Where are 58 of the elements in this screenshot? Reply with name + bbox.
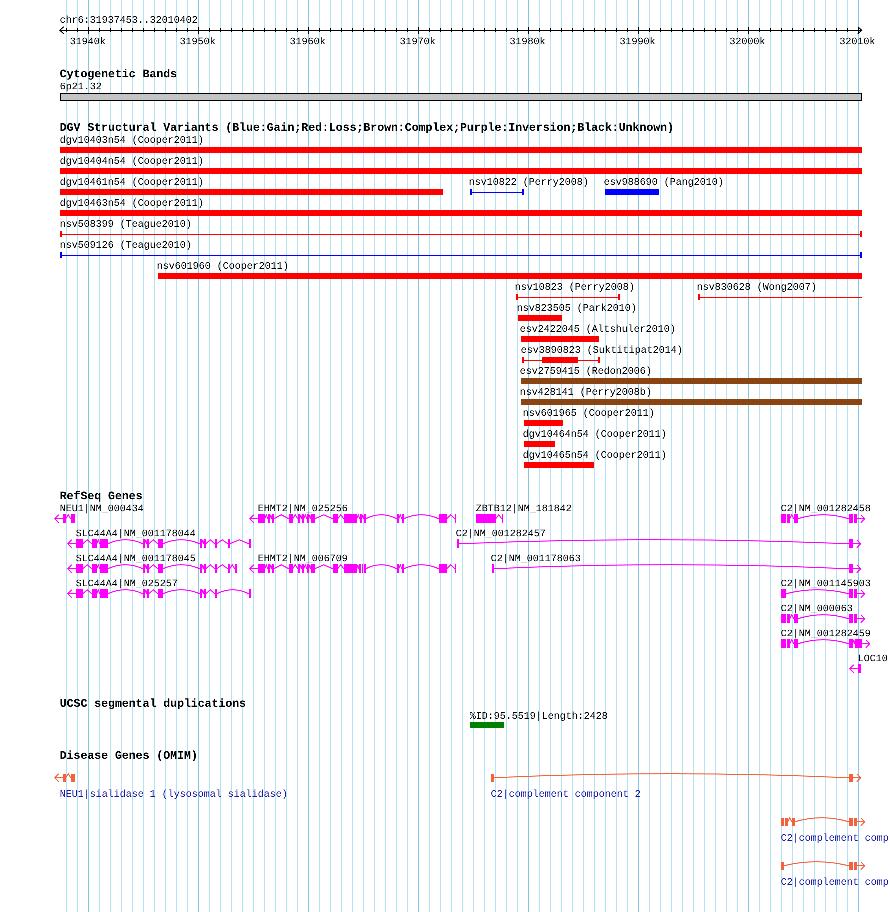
tick-label: 31980k <box>510 38 546 48</box>
disease-gene-label: NEU1|sialidase 1 (lysosomal sialidase) <box>60 790 288 801</box>
variant-label: dgv10464n54 (Cooper2011) <box>523 430 668 441</box>
band-label: 6p21.32 <box>60 82 102 94</box>
transcript-model <box>54 514 75 524</box>
tick-label: 31960k <box>290 38 326 48</box>
disease-gene-model <box>54 773 75 782</box>
transcript-label: SLC44A4|NM_001178044 <box>76 530 196 540</box>
variant-label: nsv10823 (Perry2008) <box>515 283 636 294</box>
track-title: UCSC segmental duplications <box>60 698 246 711</box>
tick-label: 31950k <box>180 38 216 48</box>
tick-label: 32010k <box>840 38 876 48</box>
duplication-bar <box>470 722 504 728</box>
tick-label: 32000k <box>730 38 766 48</box>
variant-label: esv3890823 (Suktitipat2014) <box>521 346 684 357</box>
position-label: chr6:31937453..32010402 <box>60 16 198 27</box>
variant-label: nsv601960 (Cooper2011) <box>157 262 290 273</box>
track-title: RefSeq Genes <box>60 490 143 504</box>
variant-label: dgv10404n54 (Cooper2011) <box>60 157 204 168</box>
transcript-label: NEU1|NM_000434 <box>60 504 144 516</box>
variant-label: dgv10461n54 (Cooper2011) <box>60 178 204 189</box>
track-title: DGV Structural Variants (Blue:Gain;Red:Loss;Brown:Complex;Purple:Inversion;Black:Unknown) <box>60 122 674 135</box>
variant-label: nsv428141 (Perry2008b) <box>520 388 652 399</box>
duplication-label: %ID:95.5519|Length:2428 <box>470 712 608 723</box>
variant-label: dgv10403n54 (Cooper2011) <box>60 136 204 147</box>
transcript-label: C2|NM_001178063 <box>491 554 582 566</box>
transcript-label: LOC10 <box>858 654 888 666</box>
transcript-label: C2|NM_001282457 <box>456 530 546 540</box>
variant-label: esv2759415 (Redon2006) <box>520 367 652 378</box>
transcript-label: C2|NM_001145903 <box>781 580 872 590</box>
tick-label: 31940k <box>70 38 106 48</box>
variant-label: nsv830628 (Wong2007) <box>697 283 818 294</box>
transcript-model <box>849 664 861 674</box>
transcript-label: EHMT2|NM_025256 <box>258 504 348 516</box>
variant-label: esv2422045 (Altshuler2010) <box>520 325 676 336</box>
transcript-label: SLC44A4|NM_025257 <box>76 580 178 590</box>
variant-label: nsv823505 (Park2010) <box>517 304 638 315</box>
track-title: Cytogenetic Bands <box>60 68 178 82</box>
variant-label: nsv509126 (Teague2010) <box>60 241 192 252</box>
disease-gene-label: C2|complement comp <box>781 878 890 889</box>
disease-gene-label: C2|complement component 2 <box>491 790 642 801</box>
variant-label: dgv10465n54 (Cooper2011) <box>523 451 668 462</box>
variant-label: nsv10822 (Perry2008) <box>469 178 590 189</box>
disease-gene-label: C2|complement comp <box>781 834 890 845</box>
transcript-label: C2|NM_001282459 <box>781 630 872 640</box>
transcript-label: EHMT2|NM_006709 <box>258 554 348 566</box>
transcript-label: C2|NM_000063 <box>781 604 854 616</box>
variant-label: nsv508399 (Teague2010) <box>60 220 192 231</box>
transcript-label: SLC44A4|NM_001178045 <box>76 554 196 566</box>
track-title: Disease Genes (OMIM) <box>60 750 198 763</box>
transcript-model <box>476 514 504 524</box>
variant-label: esv988690 (Pang2010) <box>604 178 724 189</box>
tick-label: 31990k <box>620 38 656 48</box>
variant-label: nsv601965 (Cooper2011) <box>523 409 656 420</box>
variant-label: dgv10463n54 (Cooper2011) <box>60 199 204 210</box>
transcript-label: ZBTB12|NM_181842 <box>476 504 572 516</box>
transcript-label: C2|NM_001282458 <box>781 504 872 516</box>
tick-label: 31970k <box>400 38 436 48</box>
